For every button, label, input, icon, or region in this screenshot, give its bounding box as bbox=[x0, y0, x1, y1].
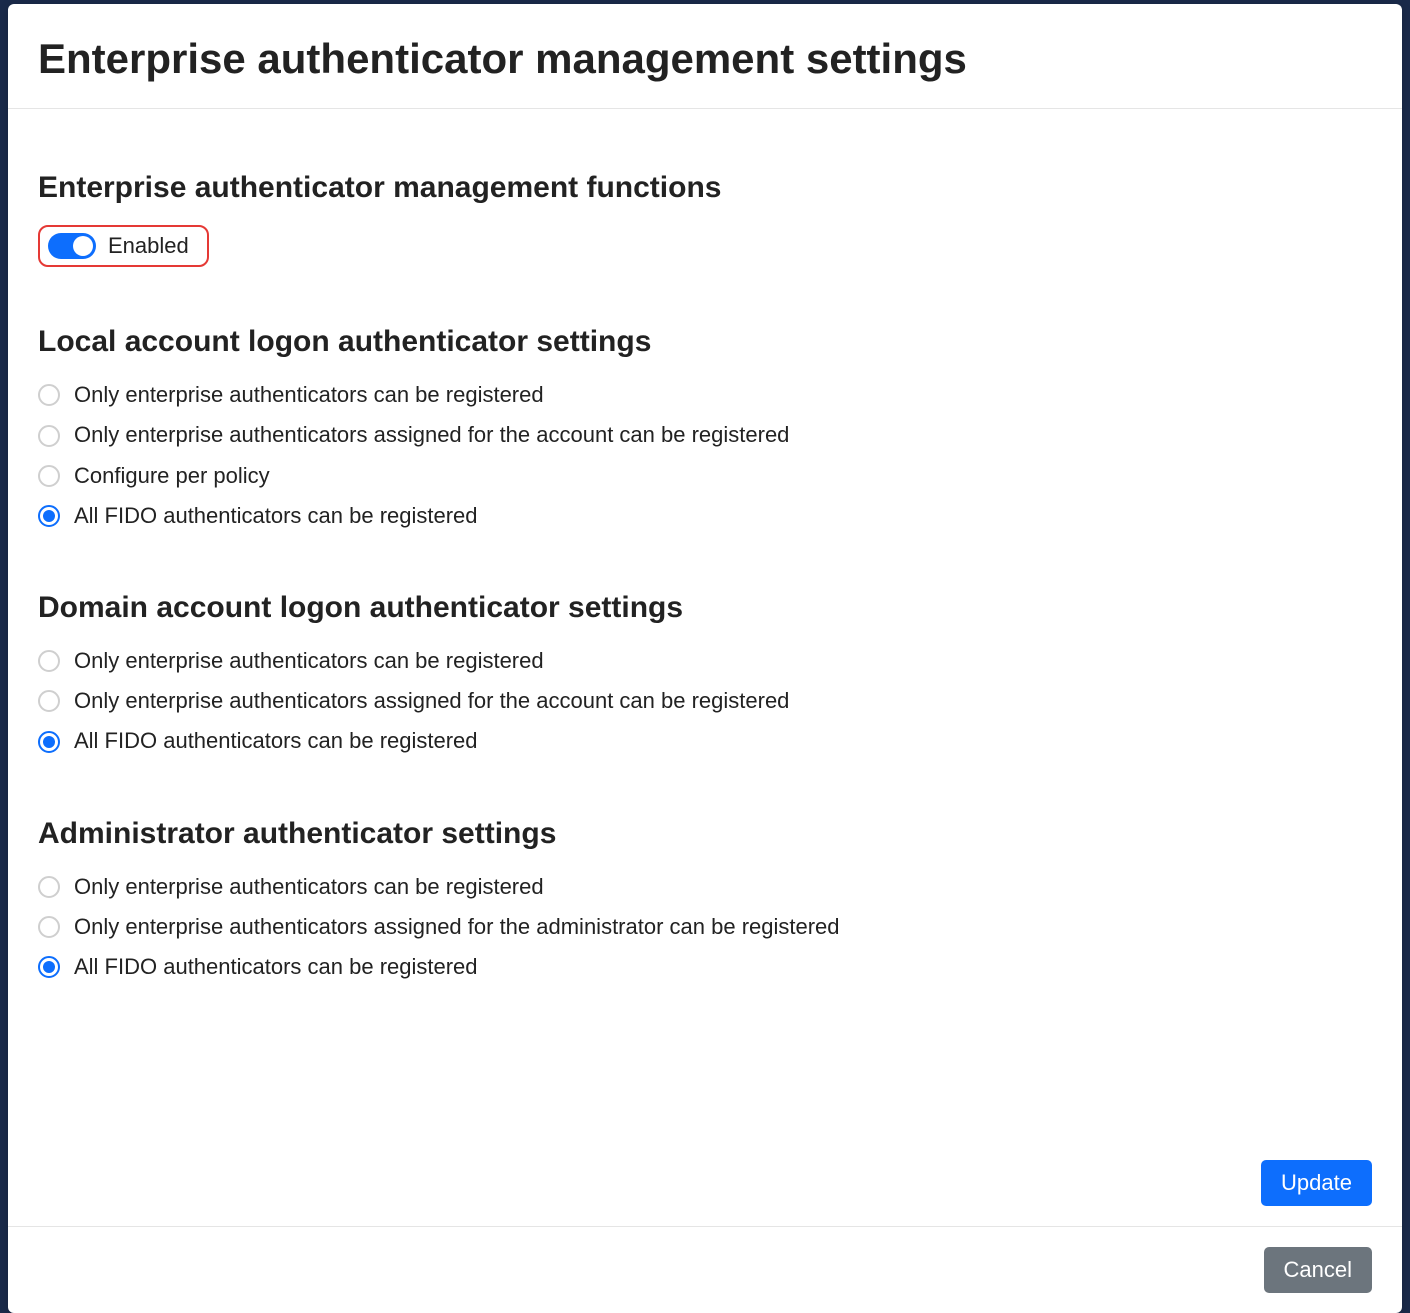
cancel-button[interactable]: Cancel bbox=[1264, 1247, 1372, 1293]
section-local-heading: Local account logon authenticator settin… bbox=[38, 323, 1372, 361]
section-domain-heading: Domain account logon authenticator setti… bbox=[38, 589, 1372, 627]
section-domain: Domain account logon authenticator setti… bbox=[38, 589, 1372, 759]
radio-label: Only enterprise authenticators assigned … bbox=[74, 418, 789, 452]
radio-row: Only enterprise authenticators assigned … bbox=[38, 910, 1372, 944]
modal-actions-inner: Update bbox=[8, 1150, 1402, 1226]
section-admin: Administrator authenticator settings Onl… bbox=[38, 815, 1372, 985]
radio-label: Only enterprise authenticators assigned … bbox=[74, 684, 789, 718]
section-local: Local account logon authenticator settin… bbox=[38, 323, 1372, 533]
section-functions: Enterprise authenticator management func… bbox=[38, 169, 1372, 267]
modal-header: Enterprise authenticator management sett… bbox=[8, 4, 1402, 109]
radio-domain-0[interactable] bbox=[38, 650, 60, 672]
enabled-toggle[interactable] bbox=[48, 233, 96, 259]
radio-row: Only enterprise authenticators assigned … bbox=[38, 684, 1372, 718]
settings-modal: Enterprise authenticator management sett… bbox=[8, 4, 1402, 1313]
radio-local-3[interactable] bbox=[38, 505, 60, 527]
section-functions-heading: Enterprise authenticator management func… bbox=[38, 169, 1372, 207]
radio-admin-2[interactable] bbox=[38, 956, 60, 978]
radio-row: Only enterprise authenticators can be re… bbox=[38, 644, 1372, 678]
radio-row: All FIDO authenticators can be registere… bbox=[38, 950, 1372, 984]
radio-row: Only enterprise authenticators can be re… bbox=[38, 870, 1372, 904]
radio-row: Only enterprise authenticators can be re… bbox=[38, 378, 1372, 412]
radio-local-2[interactable] bbox=[38, 465, 60, 487]
radio-domain-1[interactable] bbox=[38, 690, 60, 712]
radio-local-1[interactable] bbox=[38, 425, 60, 447]
radio-label: All FIDO authenticators can be registere… bbox=[74, 950, 478, 984]
radio-admin-1[interactable] bbox=[38, 916, 60, 938]
radio-label: Only enterprise authenticators assigned … bbox=[74, 910, 840, 944]
enabled-toggle-label: Enabled bbox=[108, 233, 189, 259]
radio-label: Only enterprise authenticators can be re… bbox=[74, 378, 544, 412]
radio-row: All FIDO authenticators can be registere… bbox=[38, 724, 1372, 758]
update-button[interactable]: Update bbox=[1261, 1160, 1372, 1206]
radio-local-0[interactable] bbox=[38, 384, 60, 406]
toggle-highlight-box: Enabled bbox=[38, 225, 209, 267]
radio-row: Only enterprise authenticators assigned … bbox=[38, 418, 1372, 452]
radio-row: All FIDO authenticators can be registere… bbox=[38, 499, 1372, 533]
radio-domain-2[interactable] bbox=[38, 731, 60, 753]
modal-backdrop: Enterprise authenticator management sett… bbox=[0, 0, 1410, 1313]
radio-label: Only enterprise authenticators can be re… bbox=[74, 870, 544, 904]
modal-footer: Cancel bbox=[8, 1226, 1402, 1313]
modal-title: Enterprise authenticator management sett… bbox=[38, 34, 1372, 84]
radio-admin-0[interactable] bbox=[38, 876, 60, 898]
radio-label: Only enterprise authenticators can be re… bbox=[74, 644, 544, 678]
modal-body: Enterprise authenticator management func… bbox=[8, 109, 1402, 1150]
radio-label: All FIDO authenticators can be registere… bbox=[74, 499, 478, 533]
section-admin-heading: Administrator authenticator settings bbox=[38, 815, 1372, 853]
radio-label: Configure per policy bbox=[74, 459, 270, 493]
radio-label: All FIDO authenticators can be registere… bbox=[74, 724, 478, 758]
radio-row: Configure per policy bbox=[38, 459, 1372, 493]
